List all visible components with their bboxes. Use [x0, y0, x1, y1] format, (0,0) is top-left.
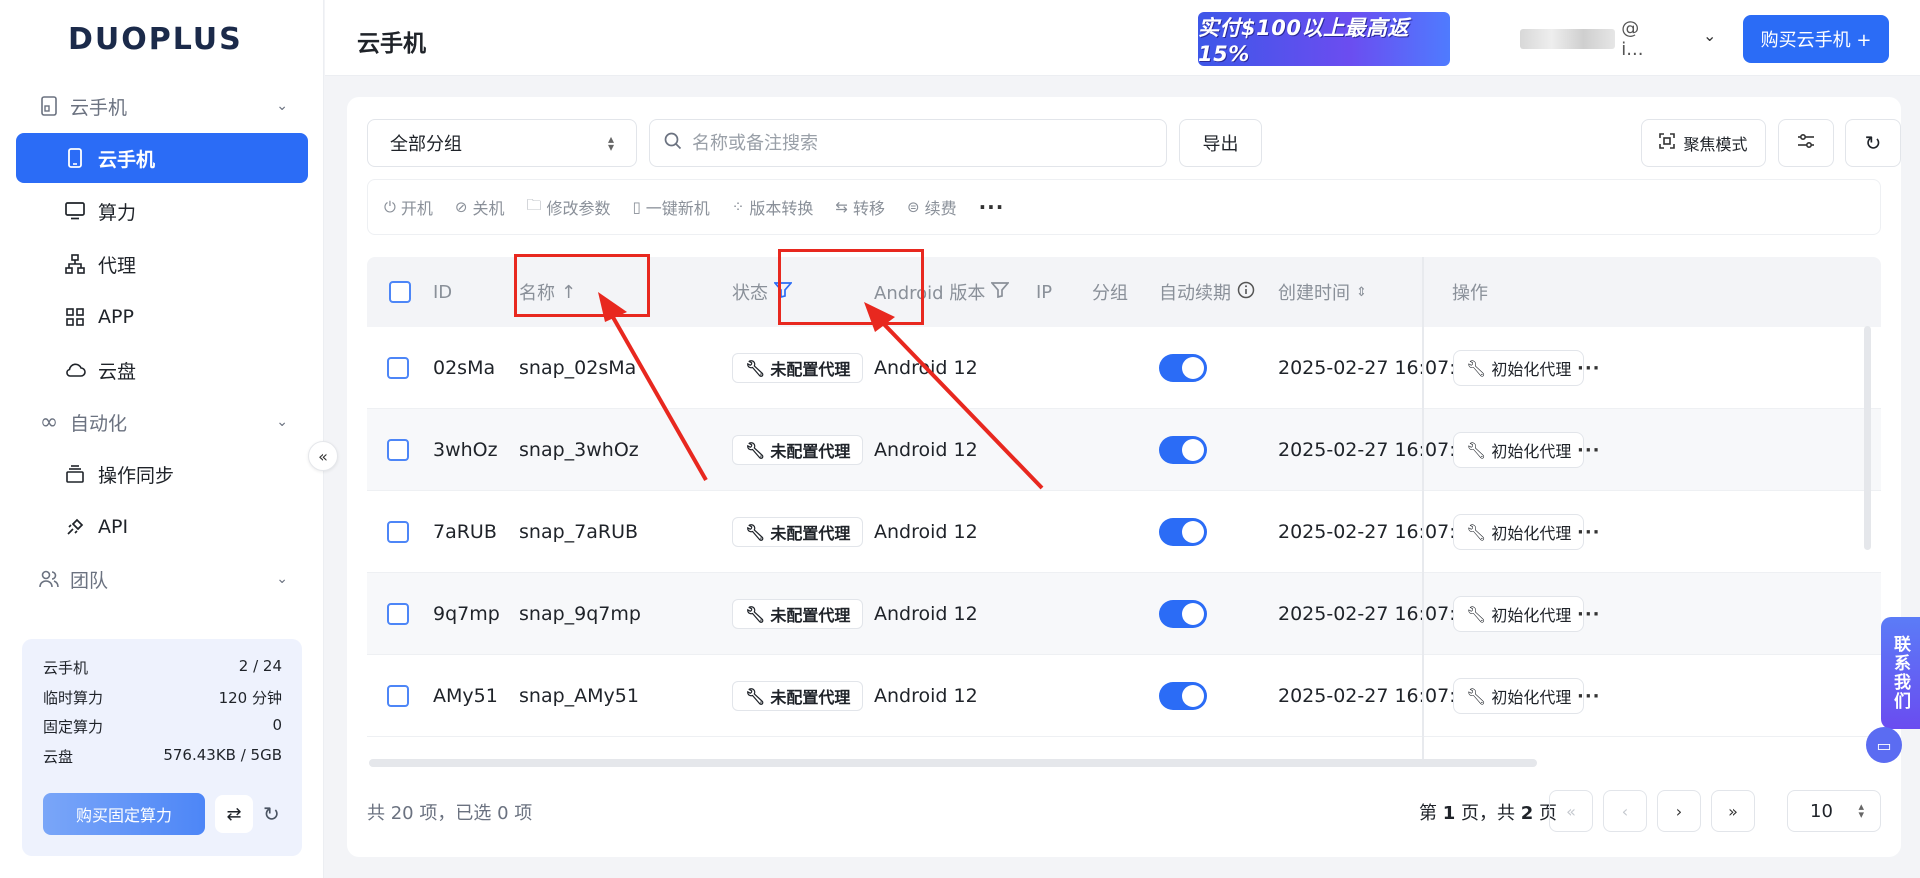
annotation-arrow: [598, 292, 708, 481]
annotation-arrow: [864, 302, 1044, 490]
chat-icon[interactable]: ▭: [1866, 727, 1902, 763]
contact-us-tab[interactable]: 联系我们: [1881, 617, 1920, 729]
annotation-arrows: [598, 292, 1044, 490]
